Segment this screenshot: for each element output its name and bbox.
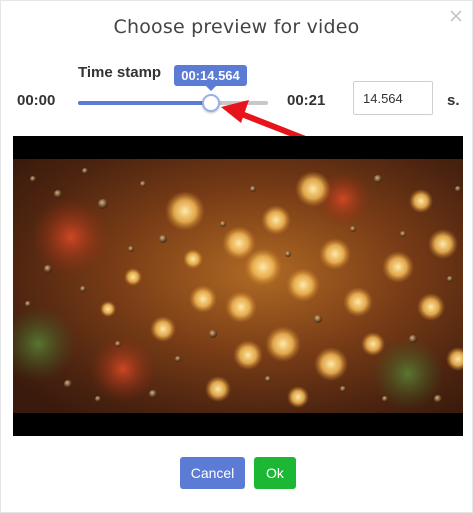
seconds-input[interactable] <box>353 81 433 115</box>
time-stamp-label: Time stamp <box>78 64 162 81</box>
ok-button[interactable]: Ok <box>254 457 296 489</box>
seconds-unit-label: s. <box>447 92 460 109</box>
slider-fill <box>78 101 210 105</box>
dialog-title: Choose preview for video <box>113 16 360 38</box>
cancel-button[interactable]: Cancel <box>180 457 245 489</box>
time-start-label: 00:00 <box>17 92 56 109</box>
video-preview <box>13 136 463 436</box>
video-frame-image <box>13 159 463 413</box>
slider-value-tooltip: 00:14.564 <box>174 65 247 91</box>
preview-dialog: Choose preview for video Time stamp 00:0… <box>0 0 473 513</box>
